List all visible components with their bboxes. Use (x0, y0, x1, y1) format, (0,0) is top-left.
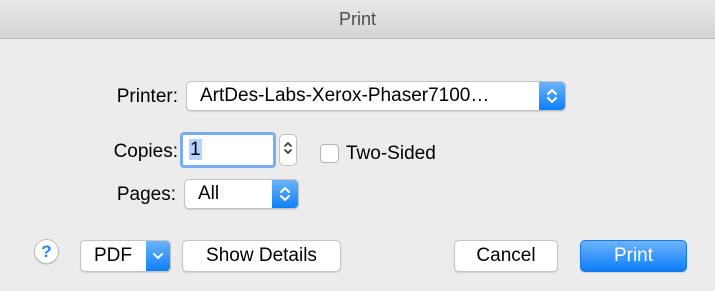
stepper-arrows-icon (283, 139, 293, 162)
print-button[interactable]: Print (580, 240, 687, 272)
copies-value: 1 (189, 139, 202, 160)
two-sided-checkbox[interactable] (320, 144, 339, 163)
show-details-button[interactable]: Show Details (182, 240, 341, 272)
pages-value: All (198, 183, 220, 204)
printer-label: Printer: (116, 86, 178, 107)
copies-stepper[interactable] (279, 134, 297, 166)
chevron-down-icon[interactable] (146, 241, 170, 271)
window-title: Print (0, 0, 715, 39)
printer-value: ArtDes-Labs-Xerox-Phaser7100… (200, 85, 490, 106)
printer-popup[interactable]: ArtDes-Labs-Xerox-Phaser7100… (186, 81, 566, 111)
updown-arrows-icon (272, 180, 298, 208)
copies-field[interactable]: 1 (180, 132, 276, 168)
pages-popup[interactable]: All (184, 179, 299, 209)
help-button[interactable]: ? (34, 239, 59, 264)
updown-arrows-icon (539, 82, 565, 110)
pdf-label: PDF (94, 245, 132, 266)
pages-label: Pages: (116, 184, 176, 205)
cancel-button[interactable]: Cancel (454, 240, 558, 272)
pdf-menu-button[interactable]: PDF (80, 240, 171, 272)
two-sided-label[interactable]: Two-Sided (346, 139, 436, 169)
copies-label: Copies: (113, 141, 178, 162)
